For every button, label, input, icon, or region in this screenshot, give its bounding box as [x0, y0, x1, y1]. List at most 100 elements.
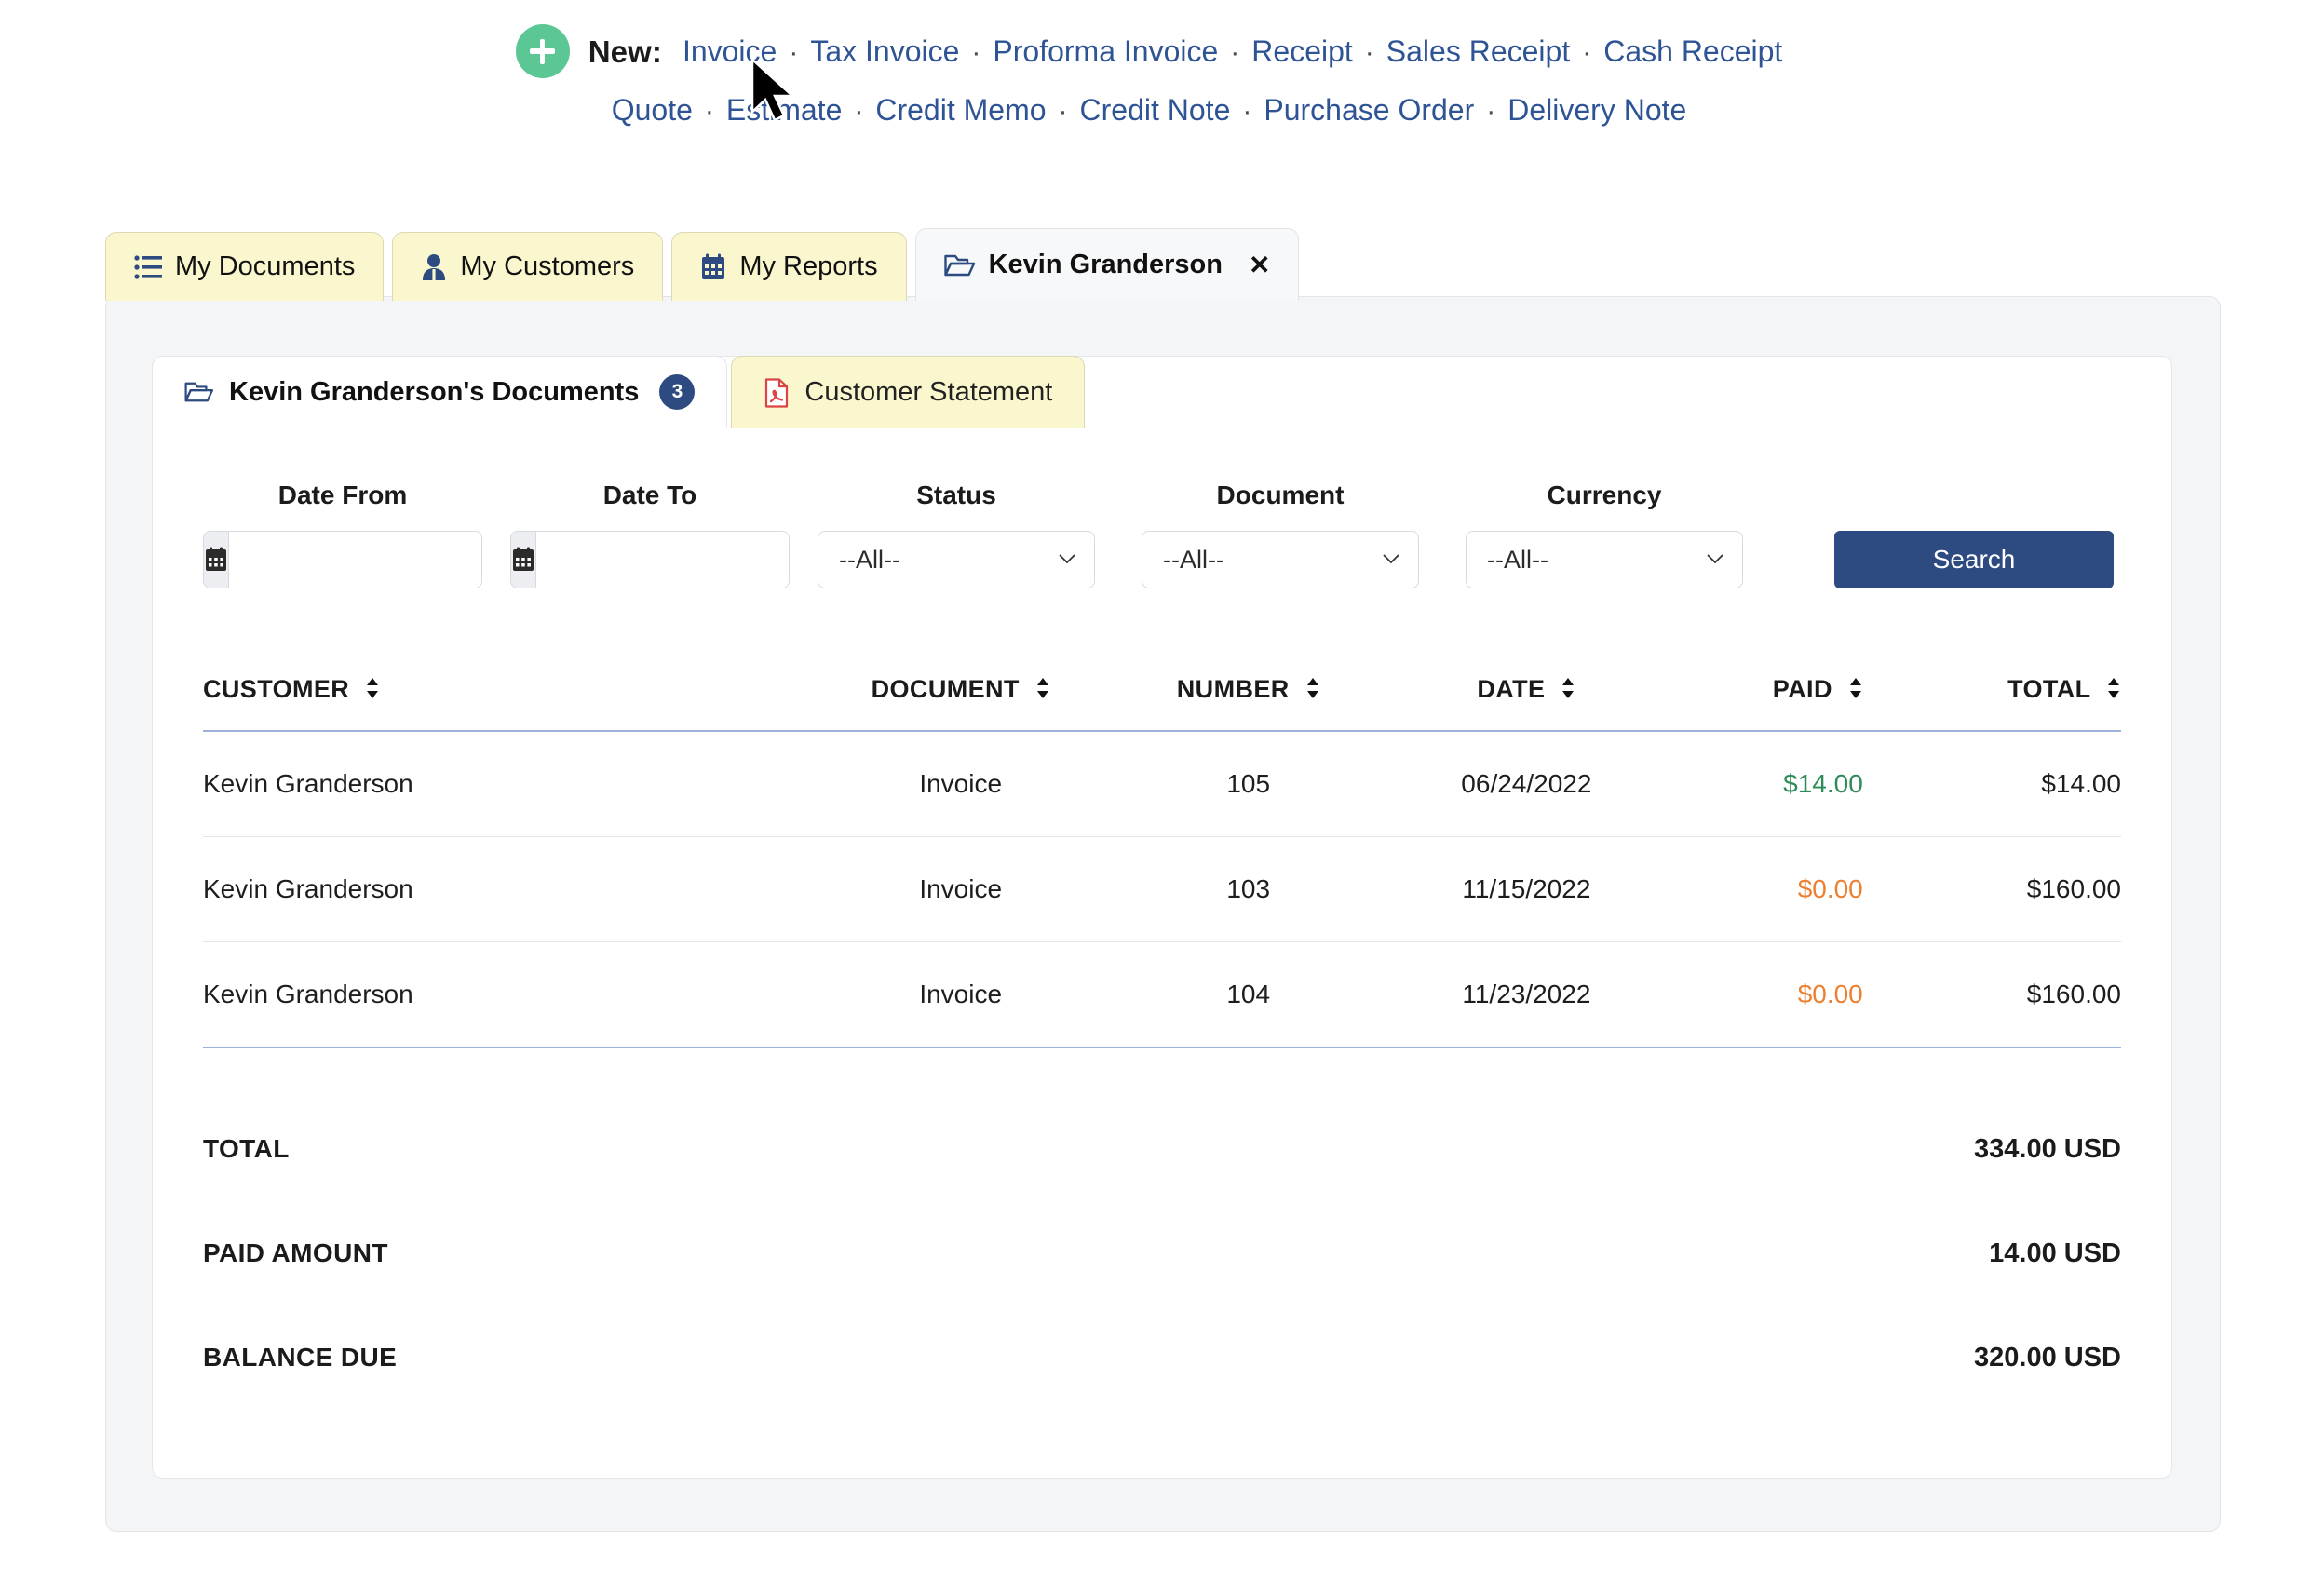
table-row[interactable]: Kevin GrandersonInvoice10411/23/2022$0.0… [203, 942, 2121, 1048]
totals-row-paid-amount: PAID AMOUNT 14.00 USD [203, 1201, 2121, 1305]
new-link-tax-invoice[interactable]: Tax Invoice [810, 34, 959, 68]
subtab-customer-documents-label: Kevin Granderson's Documents [229, 377, 639, 408]
totals-label: TOTAL [203, 1134, 290, 1164]
cell-document: Invoice [798, 837, 1124, 942]
link-separator: · [1474, 96, 1507, 127]
folder-open-icon [944, 252, 976, 278]
cell-number: 103 [1124, 837, 1373, 942]
new-link-credit-memo[interactable]: Credit Memo [875, 93, 1046, 127]
calendar-icon [700, 253, 726, 281]
filter-date-from: Date From [203, 480, 510, 588]
table-row[interactable]: Kevin GrandersonInvoice10506/24/2022$14.… [203, 731, 2121, 837]
sort-icon [2106, 677, 2121, 706]
sort-icon [1561, 677, 1575, 706]
currency-select[interactable]: --All-- [1466, 531, 1743, 588]
document-label: Document [1142, 480, 1419, 510]
new-link-purchase-order[interactable]: Purchase Order [1264, 93, 1474, 127]
documents-table-wrapper: CUSTOMER DOCUMENT NUMBER [152, 647, 2172, 1048]
totals-section: TOTAL334.00 USD PAID AMOUNT 14.00 USD BALAN… [152, 1097, 2172, 1410]
plus-circle-icon[interactable] [516, 24, 570, 78]
cell-date: 06/24/2022 [1373, 731, 1681, 837]
new-link-estimate[interactable]: Estimate [726, 93, 842, 127]
new-link-proforma-invoice[interactable]: Proforma Invoice [993, 34, 1218, 68]
sort-icon [365, 677, 380, 706]
table-row[interactable]: Kevin GrandersonInvoice10311/15/2022$0.0… [203, 837, 2121, 942]
column-header-total[interactable]: TOTAL [1891, 647, 2121, 731]
cell-customer: Kevin Granderson [203, 731, 798, 837]
status-select[interactable]: --All-- [818, 531, 1095, 588]
cell-paid: $14.00 [1680, 731, 1891, 837]
document-select[interactable]: --All-- [1142, 531, 1419, 588]
column-header-paid-label: PAID [1773, 675, 1832, 703]
new-link-invoice[interactable]: Invoice [683, 34, 777, 68]
list-icon [134, 254, 162, 280]
sort-icon [1848, 677, 1863, 706]
filter-date-to: Date To [510, 480, 818, 588]
cell-paid: $0.00 [1680, 942, 1891, 1048]
new-link-quote[interactable]: Quote [612, 93, 693, 127]
column-header-document-label: DOCUMENT [872, 675, 1020, 703]
close-icon[interactable]: ✕ [1249, 250, 1270, 280]
column-header-document[interactable]: DOCUMENT [798, 647, 1124, 731]
tab-my-customers[interactable]: My Customers [392, 232, 663, 301]
tab-kevin-granderson[interactable]: Kevin Granderson ✕ [915, 228, 1300, 301]
link-separator: · [1230, 96, 1264, 127]
subtab-customer-statement-label: Customer Statement [804, 377, 1052, 408]
tab-my-documents[interactable]: My Documents [105, 232, 384, 301]
cell-customer: Kevin Granderson [203, 837, 798, 942]
new-links-row-2: Quote·Estimate·Credit Memo·Credit Note·P… [612, 108, 1687, 124]
cell-total: $14.00 [1891, 731, 2121, 837]
status-label: Status [818, 480, 1095, 510]
totals-label: BALANCE DUE [203, 1343, 397, 1373]
date-to-field[interactable] [510, 531, 790, 588]
chevron-down-icon [1383, 554, 1399, 564]
subtab-customer-statement[interactable]: Customer Statement [731, 356, 1085, 428]
date-from-input[interactable] [229, 532, 482, 588]
document-count-badge: 3 [659, 374, 695, 410]
link-separator: · [959, 37, 993, 68]
totals-label: PAID AMOUNT [203, 1238, 388, 1268]
chevron-down-icon [1707, 554, 1724, 564]
documents-table: CUSTOMER DOCUMENT NUMBER [203, 647, 2121, 1048]
new-link-credit-note[interactable]: Credit Note [1080, 93, 1231, 127]
column-header-number[interactable]: NUMBER [1124, 647, 1373, 731]
subtab-customer-documents[interactable]: Kevin Granderson's Documents 3 [152, 356, 727, 428]
sort-icon [1305, 677, 1320, 706]
totals-value: 14.00 USD [1989, 1238, 2121, 1269]
column-header-date-label: DATE [1477, 675, 1545, 703]
date-to-input[interactable] [536, 532, 790, 588]
column-header-total-label: TOTAL [2007, 675, 2090, 703]
cell-paid: $0.00 [1680, 837, 1891, 942]
sub-tab-bar: Kevin Granderson's Documents 3 Customer … [152, 356, 1085, 428]
filter-currency: Currency --All-- [1466, 480, 1790, 588]
status-select-value: --All-- [839, 546, 900, 575]
search-button[interactable]: Search [1834, 531, 2114, 588]
date-from-label: Date From [203, 480, 482, 510]
tab-my-customers-label: My Customers [460, 251, 634, 282]
folder-open-icon [184, 380, 214, 404]
new-link-delivery-note[interactable]: Delivery Note [1507, 93, 1686, 127]
column-header-date[interactable]: DATE [1373, 647, 1681, 731]
pdf-file-icon [764, 378, 790, 408]
column-header-customer[interactable]: CUSTOMER [203, 647, 798, 731]
totals-row-balance-due: BALANCE DUE320.00 USD [203, 1305, 2121, 1410]
column-header-paid[interactable]: PAID [1680, 647, 1891, 731]
tab-my-reports[interactable]: My Reports [671, 232, 906, 301]
cell-total: $160.00 [1891, 942, 2121, 1048]
date-to-label: Date To [510, 480, 790, 510]
totals-row-total: TOTAL334.00 USD [203, 1097, 2121, 1201]
new-link-receipt[interactable]: Receipt [1251, 34, 1353, 68]
calendar-icon[interactable] [511, 532, 536, 588]
new-label: New: [588, 36, 662, 67]
new-document-bar: New: Invoice·Tax Invoice·Proforma Invoic… [0, 0, 2298, 126]
new-document-row-2: Quote·Estimate·Credit Memo·Credit Note·P… [0, 95, 2298, 126]
tab-kevin-granderson-label: Kevin Granderson [989, 250, 1223, 280]
new-link-sales-receipt[interactable]: Sales Receipt [1386, 34, 1570, 68]
date-from-field[interactable] [203, 531, 482, 588]
link-separator: · [1570, 37, 1603, 68]
currency-label: Currency [1466, 480, 1743, 510]
calendar-icon[interactable] [204, 532, 229, 588]
app-page: New: Invoice·Tax Invoice·Proforma Invoic… [0, 0, 2298, 1596]
new-link-cash-receipt[interactable]: Cash Receipt [1603, 34, 1782, 68]
cell-number: 104 [1124, 942, 1373, 1048]
